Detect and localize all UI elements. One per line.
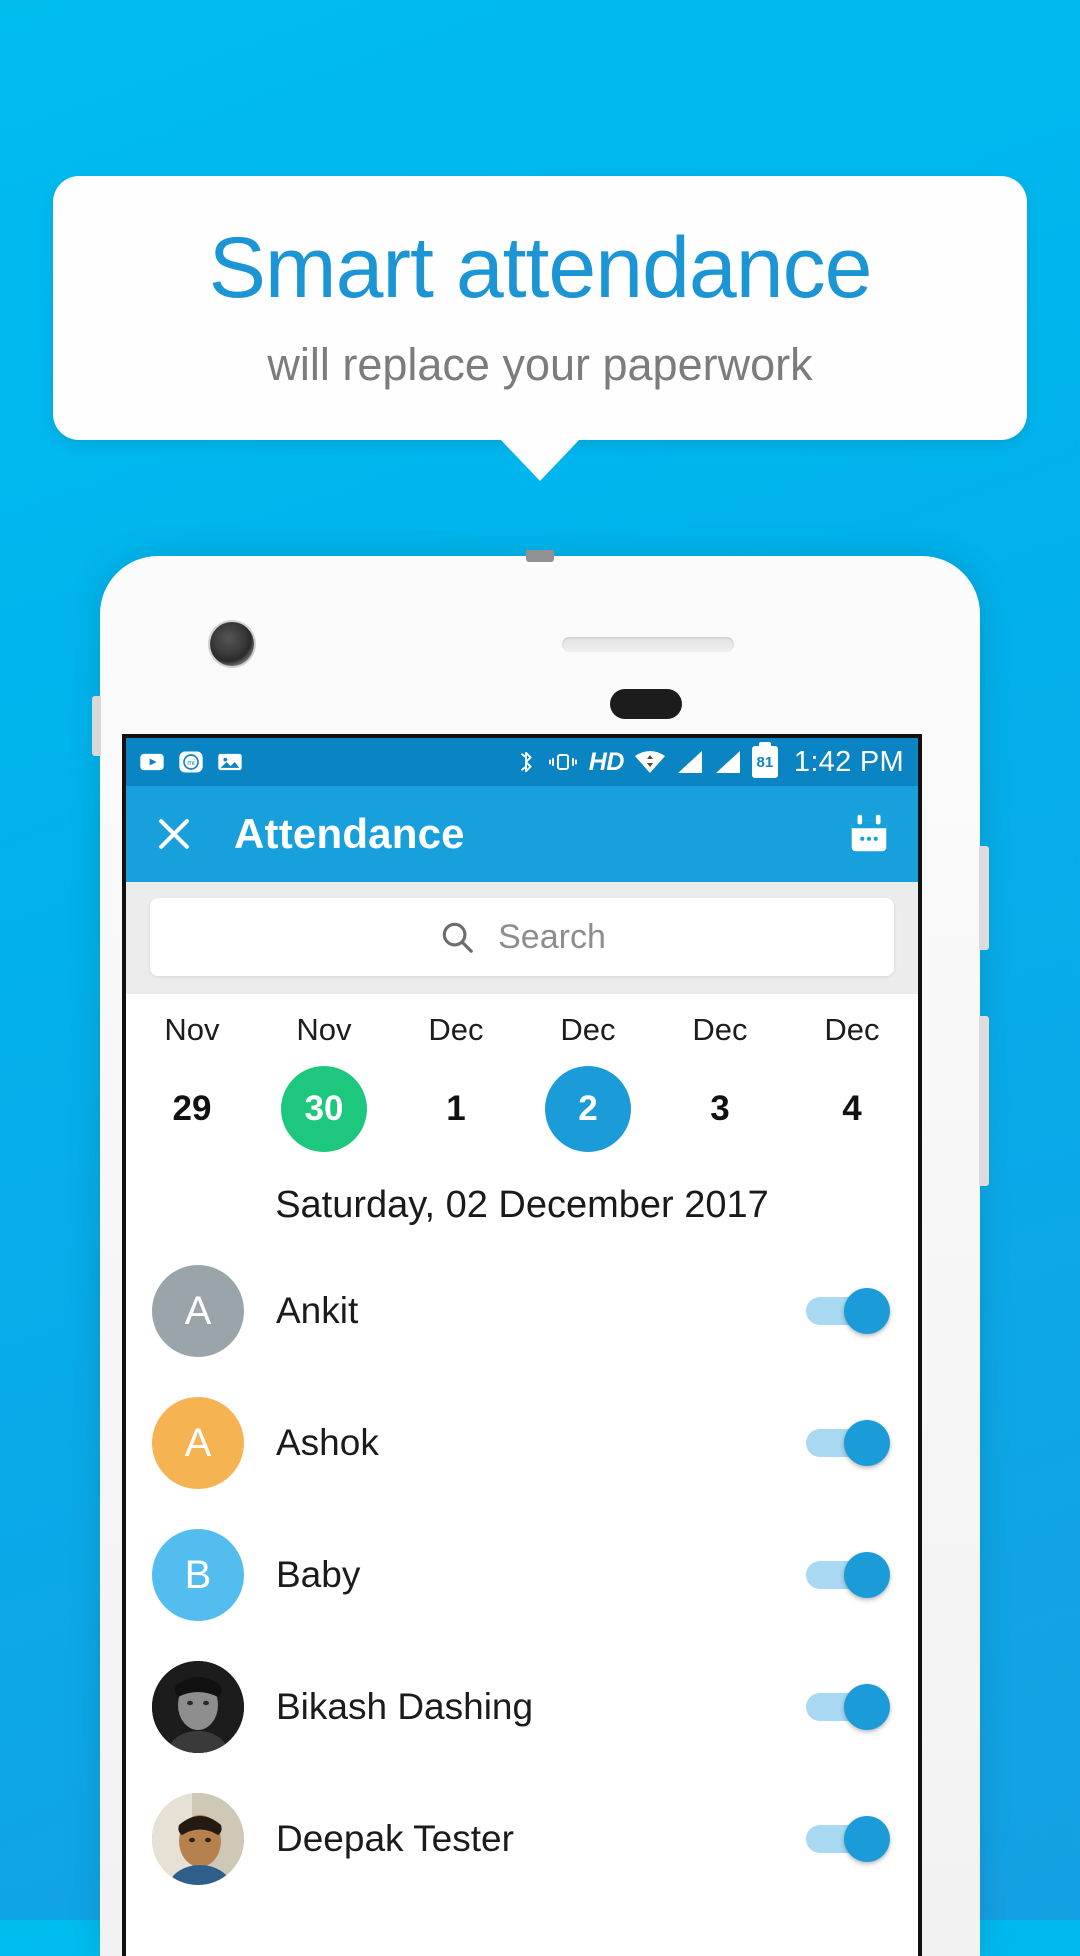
date-month-label: Dec (692, 1012, 748, 1047)
toggle-knob (844, 1552, 890, 1598)
avatar-photo (152, 1661, 244, 1753)
signal-icon-2 (715, 751, 740, 773)
search-section: Search (126, 882, 918, 994)
avatar: B (152, 1529, 244, 1621)
promo-bubble-tail (500, 439, 580, 481)
table-row[interactable]: B Baby (126, 1509, 918, 1641)
date-day-number: 29 (172, 1089, 212, 1128)
avatar-initial: B (184, 1552, 212, 1597)
status-bar-clock: 1:42 PM (793, 745, 904, 778)
avatar-initial: A (184, 1288, 212, 1333)
selected-date-label: Saturday, 02 December 2017 (126, 1160, 918, 1245)
date-cell-4[interactable]: Dec 3 (654, 1012, 786, 1152)
svg-text:mi: mi (187, 760, 195, 767)
app-bar: Attendance (126, 786, 918, 882)
hd-icon: HD (588, 747, 625, 776)
date-month-label: Nov (296, 1012, 352, 1047)
search-placeholder: Search (498, 917, 606, 956)
date-day-number-selected: 2 (545, 1066, 631, 1152)
attendance-toggle[interactable] (806, 1288, 890, 1334)
student-name: Deepak Tester (276, 1818, 514, 1859)
date-day-number-today: 30 (281, 1066, 367, 1152)
avatar: A (152, 1265, 244, 1357)
student-name: Bikash Dashing (276, 1686, 534, 1727)
phone-volume-button (979, 846, 989, 950)
table-row[interactable]: Deepak Tester (126, 1773, 918, 1905)
phone-top-notch (526, 550, 554, 562)
attendance-toggle[interactable] (806, 1420, 890, 1466)
phone-power-button (979, 1016, 989, 1186)
date-month-label: Dec (428, 1012, 484, 1047)
toggle-knob (844, 1420, 890, 1466)
phone-screen: mi HD 81 1:42 PM Attendance Search Nov 2… (122, 734, 922, 1956)
student-name: Ankit (276, 1290, 359, 1331)
mi-camera-icon: mi (179, 751, 203, 773)
youtube-icon (140, 753, 164, 771)
toggle-knob (844, 1288, 890, 1334)
status-bar-system-icons: HD 81 1:42 PM (515, 746, 904, 779)
attendance-toggle[interactable] (806, 1816, 890, 1862)
search-input[interactable]: Search (150, 898, 894, 976)
proximity-sensor (610, 689, 682, 719)
calendar-icon[interactable] (846, 811, 892, 857)
wifi-icon (634, 751, 665, 773)
phone-mockup: mi HD 81 1:42 PM Attendance Search Nov 2… (92, 550, 989, 1956)
earpiece-speaker (562, 637, 734, 652)
attendance-list: A Ankit A Ashok B Baby Bikash Dashing De… (126, 1245, 918, 1905)
page-title: Attendance (234, 810, 465, 857)
person-photo-icon (152, 1661, 244, 1753)
date-month-label: Nov (164, 1012, 220, 1047)
table-row[interactable]: A Ankit (126, 1245, 918, 1377)
date-cell-0[interactable]: Nov 29 (126, 1012, 258, 1152)
table-row[interactable]: Bikash Dashing (126, 1641, 918, 1773)
signal-icon-1 (677, 751, 702, 773)
date-cell-1[interactable]: Nov 30 (258, 1012, 390, 1152)
avatar: A (152, 1397, 244, 1489)
promo-subtitle: will replace your paperwork (267, 339, 813, 390)
gallery-icon (218, 753, 242, 771)
toggle-knob (844, 1816, 890, 1862)
avatar-initial: A (184, 1420, 212, 1465)
student-name: Ashok (276, 1422, 379, 1463)
front-camera-icon (210, 622, 254, 666)
search-icon (442, 922, 473, 953)
date-day-number: 1 (446, 1089, 466, 1128)
attendance-toggle[interactable] (806, 1552, 890, 1598)
student-name: Baby (276, 1554, 361, 1595)
date-month-label: Dec (560, 1012, 616, 1047)
vibrate-icon (548, 754, 577, 770)
attendance-toggle[interactable] (806, 1684, 890, 1730)
battery-icon: 81 (751, 746, 778, 778)
table-row[interactable]: A Ashok (126, 1377, 918, 1509)
phone-left-button (92, 696, 101, 756)
status-bar-notification-icons: mi (138, 748, 244, 776)
date-cell-3[interactable]: Dec 2 (522, 1012, 654, 1152)
person-photo-icon (152, 1793, 244, 1885)
date-month-label: Dec (824, 1012, 880, 1047)
date-strip: Nov 29 Nov 30 Dec 1 Dec 2 Dec 3 Dec 4 (126, 994, 918, 1160)
bluetooth-icon (520, 751, 532, 773)
avatar-photo (152, 1793, 244, 1885)
date-cell-2[interactable]: Dec 1 (390, 1012, 522, 1152)
close-icon[interactable] (152, 812, 196, 856)
promo-bubble: Smart attendance will replace your paper… (53, 176, 1027, 440)
date-cell-5[interactable]: Dec 4 (786, 1012, 918, 1152)
status-bar: mi HD 81 1:42 PM (126, 738, 918, 786)
date-day-number: 4 (842, 1089, 862, 1128)
promo-title: Smart attendance (208, 220, 873, 316)
toggle-knob (844, 1684, 890, 1730)
date-day-number: 3 (710, 1089, 730, 1128)
